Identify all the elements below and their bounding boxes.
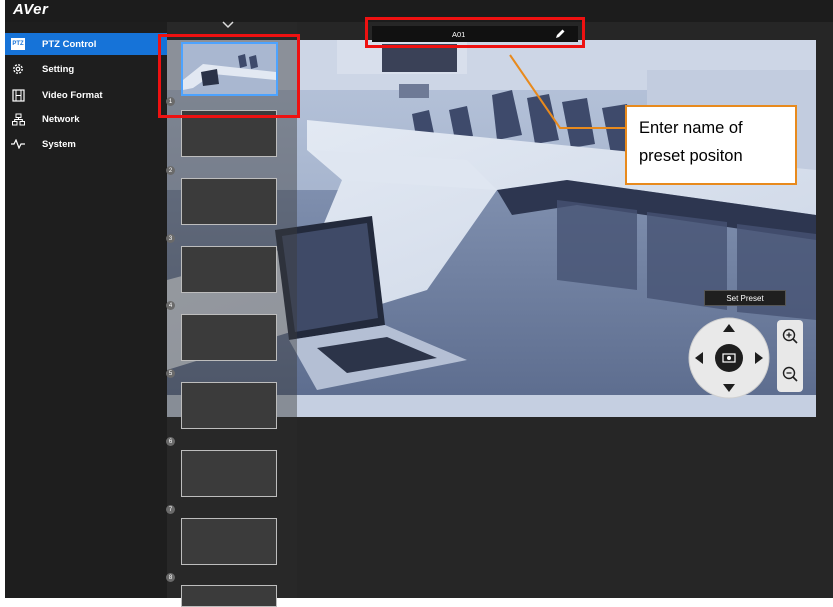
film-icon [10, 87, 26, 103]
sidebar: PTZ PTZ Control Setting Video Format Net… [5, 22, 167, 598]
preset-number-2: 2 [166, 166, 175, 175]
gear-icon [10, 61, 26, 77]
sidebar-item-setting[interactable]: Setting [5, 58, 167, 80]
name-bar-highlight-box [365, 17, 585, 48]
ptz-icon: PTZ [10, 36, 26, 52]
aver-logo: AVer [13, 1, 49, 18]
preset-number-3: 3 [166, 234, 175, 243]
preset-number-6: 6 [166, 437, 175, 446]
set-preset-button[interactable]: Set Preset [704, 290, 786, 306]
sidebar-item-label: Setting [42, 63, 75, 75]
preset-number-7: 7 [166, 505, 175, 514]
preset-number-8: 8 [166, 573, 175, 582]
preset-number-5: 5 [166, 369, 175, 378]
sidebar-item-label: Video Format [42, 89, 103, 101]
sidebar-item-network[interactable]: Network [5, 108, 167, 130]
network-icon [10, 111, 26, 127]
annotation-line-1: Enter name of [639, 119, 743, 137]
sidebar-item-ptz-control[interactable]: PTZ PTZ Control [5, 33, 167, 55]
preset-slot-4[interactable] [181, 246, 277, 293]
annotation-callout: Enter name of preset positon [625, 105, 797, 185]
sidebar-item-label: Network [42, 113, 80, 125]
preset-slot-7[interactable] [181, 450, 277, 497]
preset-highlight-box [158, 34, 300, 118]
zoom-in-icon[interactable] [780, 326, 800, 346]
preset-slot-8[interactable] [181, 518, 277, 565]
sidebar-item-label: PTZ Control [42, 38, 97, 50]
center-focus-icon[interactable] [715, 344, 743, 372]
preset-slot-9[interactable] [181, 585, 277, 607]
preset-slot-6[interactable] [181, 382, 277, 429]
sidebar-item-video-format[interactable]: Video Format [5, 84, 167, 106]
ptz-direction-pad [687, 316, 771, 400]
preset-number-4: 4 [166, 301, 175, 310]
preset-slot-5[interactable] [181, 314, 277, 361]
sidebar-item-label: System [42, 138, 76, 150]
chevron-down-icon[interactable] [222, 20, 234, 30]
annotation-line-2: preset positon [639, 147, 743, 165]
zoom-control [777, 320, 803, 392]
pulse-icon [10, 136, 26, 152]
zoom-out-icon[interactable] [780, 364, 800, 384]
preset-slot-3[interactable] [181, 178, 277, 225]
sidebar-item-system[interactable]: System [5, 133, 167, 155]
